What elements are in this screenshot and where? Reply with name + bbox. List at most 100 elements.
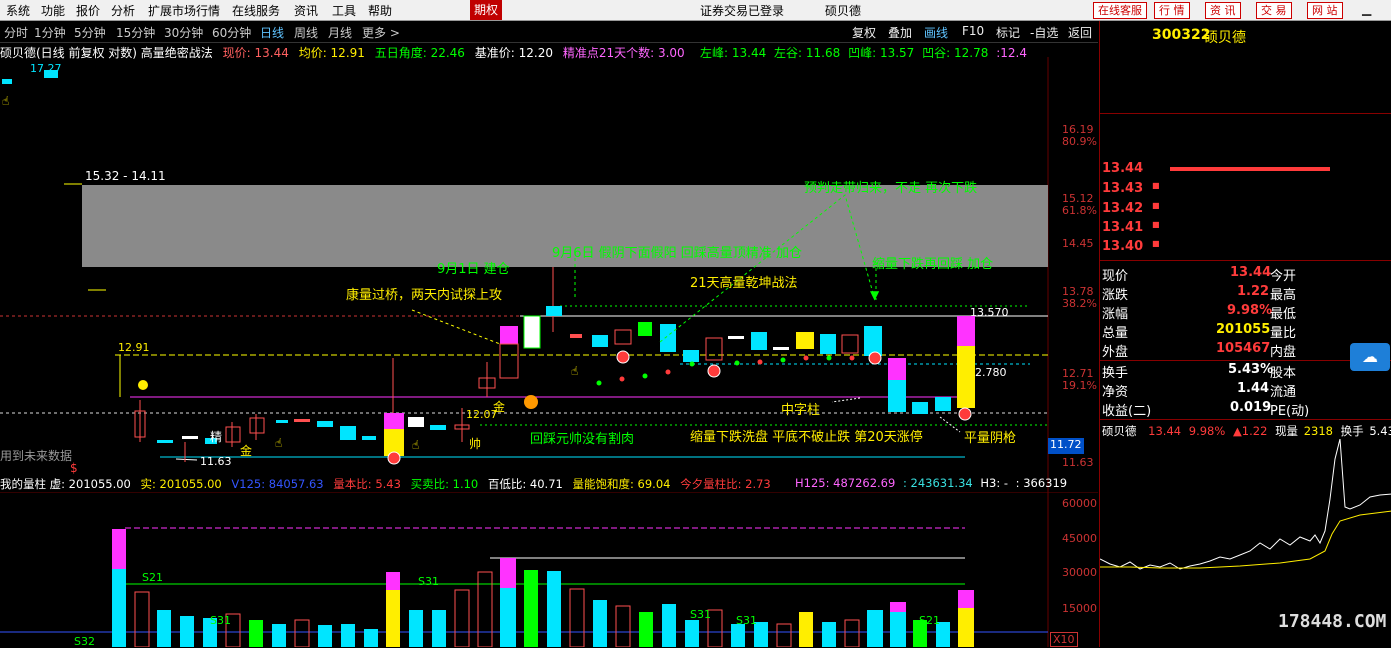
period-more[interactable]: 更多 > [362,24,400,41]
order-price-4: 13.41 [1102,220,1144,235]
note-suoliang-jiacang: 缩量下跌再回踩 加仓 [872,257,994,272]
menu-quote[interactable]: 报价 [76,2,100,19]
note-zhongzi: 中字柱 [781,403,821,418]
order-volume-bar [1170,167,1330,171]
q-label-low: 最低 [1270,307,1297,322]
hand-icon-3: ☝ [275,436,283,450]
q-value-outer: 105467 [1216,341,1271,356]
news-button[interactable]: 资 讯 [1205,2,1241,19]
axis-pct-382: 38.2% [1062,297,1097,310]
vol-real: 实: 201055.00 [140,477,222,491]
q-value-price: 13.44 [1230,265,1272,280]
mark-jin-1: 金 [240,444,253,458]
menu-online-service[interactable]: 在线服务 [232,2,280,19]
mini-chart-header: 硕贝德 13.44 9.98% ▲1.22 现量 2318 换手 5.43% [1102,423,1391,439]
period-weekly[interactable]: 周线 [294,24,318,41]
mark-jing: 精 [210,430,223,444]
period-daily[interactable]: 日线 [260,24,284,41]
q-label-volume: 总量 [1102,326,1129,341]
tool-watchlist[interactable]: -自选 [1030,24,1058,41]
period-5min[interactable]: 5分钟 [74,24,106,41]
volume-header-right: H125: 487262.69 : 243631.34 H3: - : 3663… [795,476,1067,490]
menu-extended-market[interactable]: 扩展市场行情 [148,2,220,19]
menu-analysis[interactable]: 分析 [111,2,135,19]
minimize-icon[interactable]: ▁ [1362,2,1371,16]
vol-axis-15000: 15000 [1062,602,1097,615]
q-label-price: 现价 [1102,269,1129,284]
float-cloud-icon[interactable]: ☁ [1350,343,1390,371]
period-30min[interactable]: 30分钟 [164,24,203,41]
period-intraday[interactable]: 分时 [4,24,28,41]
tool-f10[interactable]: F10 [962,24,984,38]
mini-vol: 2318 [1303,424,1333,438]
q-value-turnover: 5.43% [1228,362,1274,377]
q-label-outer: 外盘 [1102,345,1129,360]
login-status: 证券交易已登录 [700,4,785,18]
hand-icon-2: ☝ [412,438,420,452]
axis-pct-191: 19.1% [1062,379,1097,392]
trade-button[interactable]: 交 易 [1256,2,1292,19]
tool-back[interactable]: 返回 [1068,24,1092,41]
vol-label-s32: S32 [74,635,95,648]
online-support-button[interactable]: 在线客服 [1093,2,1147,19]
q-value-pct: 9.98% [1227,303,1273,318]
axis-pct-809: 80.9% [1062,135,1097,148]
menu-tools[interactable]: 工具 [332,2,356,19]
note-huicai: 回踩元帅没有割肉 [530,432,635,447]
vol-virtual: 我的量柱 虚: 201055.00 [0,477,131,491]
market-button[interactable]: 行 情 [1154,2,1190,19]
label-2780: 2.780 [975,366,1007,379]
vol-label-s21-a: S21 [142,571,163,584]
q-label-float: 流通 [1270,385,1297,400]
website-button[interactable]: 网 站 [1307,2,1343,19]
q-label-turnover: 换手 [1102,366,1129,381]
volume-bars [112,529,974,647]
q-label-inner: 内盘 [1270,345,1297,360]
menubar: 系统 功能 报价 分析 扩展市场行情 在线服务 资讯 工具 帮助 期权 证券交易… [0,0,1391,21]
q-value-netasset: 1.44 [1237,381,1270,396]
note-kangliang: 康量过桥，两天内试探上攻 [346,288,503,303]
period-monthly[interactable]: 月线 [328,24,352,41]
mini-vol-label: 现量 [1275,424,1299,438]
note-yupan: 预判走带归来，不走 再次下跌 [804,181,978,196]
order-mark-2: ■ [1152,181,1160,190]
menu-help[interactable]: 帮助 [368,2,392,19]
chart-area[interactable]: 硕贝德(日线 前复权 对数) 高量绝密战法 现价: 13.44 均价: 12.9… [0,42,1098,648]
tool-adjust[interactable]: 复权 [852,24,876,41]
vol-extra: : 366319 [1015,476,1068,490]
menu-system[interactable]: 系统 [6,2,30,19]
range-label: 15.32 - 14.11 [85,169,166,183]
period-1min[interactable]: 1分钟 [34,24,66,41]
options-button[interactable]: 期权 [470,0,502,20]
title-stock-name: 硕贝德 [825,4,862,18]
order-mark-3: ■ [1152,201,1160,210]
menu-info[interactable]: 资讯 [294,2,318,19]
mini-turn-label: 换手 [1340,424,1364,438]
axis-price-1163: 11.63 [1062,456,1094,469]
period-60min[interactable]: 60分钟 [212,24,251,41]
q-label-change: 涨跌 [1102,288,1129,303]
vol-h125: H125: 487262.69 [795,476,896,490]
period-15min[interactable]: 15分钟 [116,24,155,41]
vol-axis-60000: 60000 [1062,497,1097,510]
axis-pct-618: 61.8% [1062,204,1097,217]
down-arrow-icon: ▼ [870,288,880,302]
order-price-1: 13.44 [1102,161,1144,176]
order-mark-5: ■ [1152,239,1160,248]
vol-saturation: 量能饱和度: 69.04 [572,477,671,491]
tool-mark[interactable]: 标记 [996,24,1020,41]
mini-name: 硕贝德 [1102,424,1137,438]
menu-function[interactable]: 功能 [41,2,65,19]
q-label-netasset: 净资 [1102,385,1129,400]
note-pingliang: 平量阴枪 [964,431,1017,446]
q-label-pe: PE(动) [1270,404,1310,419]
mark-shuai: 帅 [469,437,482,451]
label-1727: 17.27 [30,62,62,75]
mini-turn: 5.43% [1369,424,1391,438]
tool-draw[interactable]: 画线 [924,24,948,41]
hand-icon-4: ☝ [2,94,10,108]
tool-overlay[interactable]: 叠加 [888,24,912,41]
quote-panel: 300322 硕贝德 13.44 13.43 ■ 13.42 ■ 13.41 ■… [1099,21,1391,647]
label-1291: 12.91 [118,341,150,354]
q-value-change: 1.22 [1237,284,1270,299]
